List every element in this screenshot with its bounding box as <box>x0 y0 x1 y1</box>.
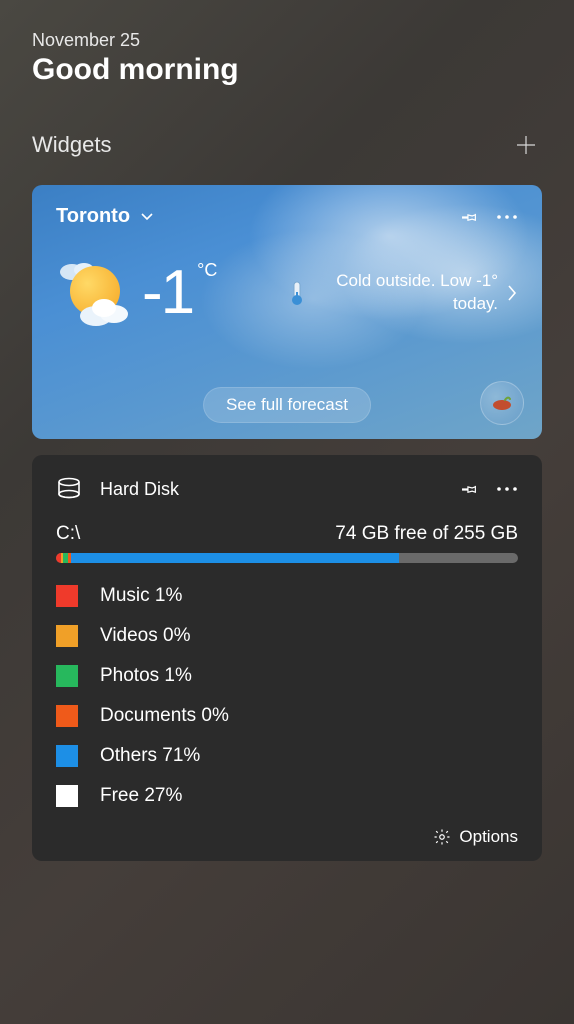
gear-icon <box>433 828 451 846</box>
msn-icon <box>491 395 513 411</box>
hard-disk-icon <box>56 477 82 501</box>
weather-widget[interactable]: Toronto <box>32 185 542 439</box>
legend-label: Music 1% <box>100 585 182 607</box>
legend-swatch <box>56 665 78 687</box>
legend-label: Photos 1% <box>100 665 192 687</box>
options-label: Options <box>459 827 518 847</box>
temperature-unit: °C <box>197 260 217 281</box>
chevron-down-icon <box>140 212 154 222</box>
legend-swatch <box>56 785 78 807</box>
location-selector[interactable]: Toronto <box>56 205 154 228</box>
options-button[interactable]: Options <box>56 821 518 847</box>
legend-item: Free 27% <box>56 785 518 807</box>
weather-summary[interactable]: Cold outside. Low -1° today. <box>288 270 518 316</box>
disk-legend: Music 1% Videos 0% Photos 1% Documents 0% Ot… <box>56 585 518 807</box>
legend-swatch <box>56 705 78 727</box>
greeting: Good morning <box>32 53 542 87</box>
drive-label: C:\ <box>56 523 80 545</box>
legend-swatch <box>56 585 78 607</box>
progress-seg <box>71 553 399 563</box>
legend-label: Free 27% <box>100 785 182 807</box>
legend-item: Videos 0% <box>56 625 518 647</box>
widgets-header: Widgets <box>32 129 542 161</box>
legend-label: Others 71% <box>100 745 200 767</box>
legend-label: Documents 0% <box>100 705 229 727</box>
hard-disk-widget: Hard Disk C:\ 74 GB free of 255 GB <box>32 455 542 861</box>
more-button[interactable] <box>496 486 518 492</box>
pin-icon <box>460 480 478 498</box>
more-button[interactable] <box>496 214 518 220</box>
pin-icon <box>460 208 478 226</box>
legend-swatch <box>56 625 78 647</box>
ellipsis-icon <box>496 486 518 492</box>
see-full-forecast-button[interactable]: See full forecast <box>203 387 371 423</box>
disk-title: Hard Disk <box>100 479 179 500</box>
legend-item: Others 71% <box>56 745 518 767</box>
legend-label: Videos 0% <box>100 625 191 647</box>
chevron-right-icon <box>506 283 518 303</box>
disk-usage-bar <box>56 553 518 563</box>
add-widget-button[interactable] <box>510 129 542 161</box>
pin-button[interactable] <box>460 208 478 226</box>
legend-item: Documents 0% <box>56 705 518 727</box>
weather-condition-icon <box>56 254 134 332</box>
disk-free-text: 74 GB free of 255 GB <box>335 523 518 545</box>
location-name: Toronto <box>56 205 130 228</box>
date-label: November 25 <box>32 30 542 51</box>
legend-item: Music 1% <box>56 585 518 607</box>
ellipsis-icon <box>496 214 518 220</box>
weather-summary-text: Cold outside. Low -1° today. <box>314 270 498 316</box>
legend-item: Photos 1% <box>56 665 518 687</box>
pin-button[interactable] <box>460 480 478 498</box>
temperature-value: -1 <box>142 262 193 324</box>
plus-icon <box>515 134 537 156</box>
msn-badge[interactable] <box>480 381 524 425</box>
widgets-title: Widgets <box>32 132 111 158</box>
thermometer-icon <box>288 280 306 306</box>
legend-swatch <box>56 745 78 767</box>
